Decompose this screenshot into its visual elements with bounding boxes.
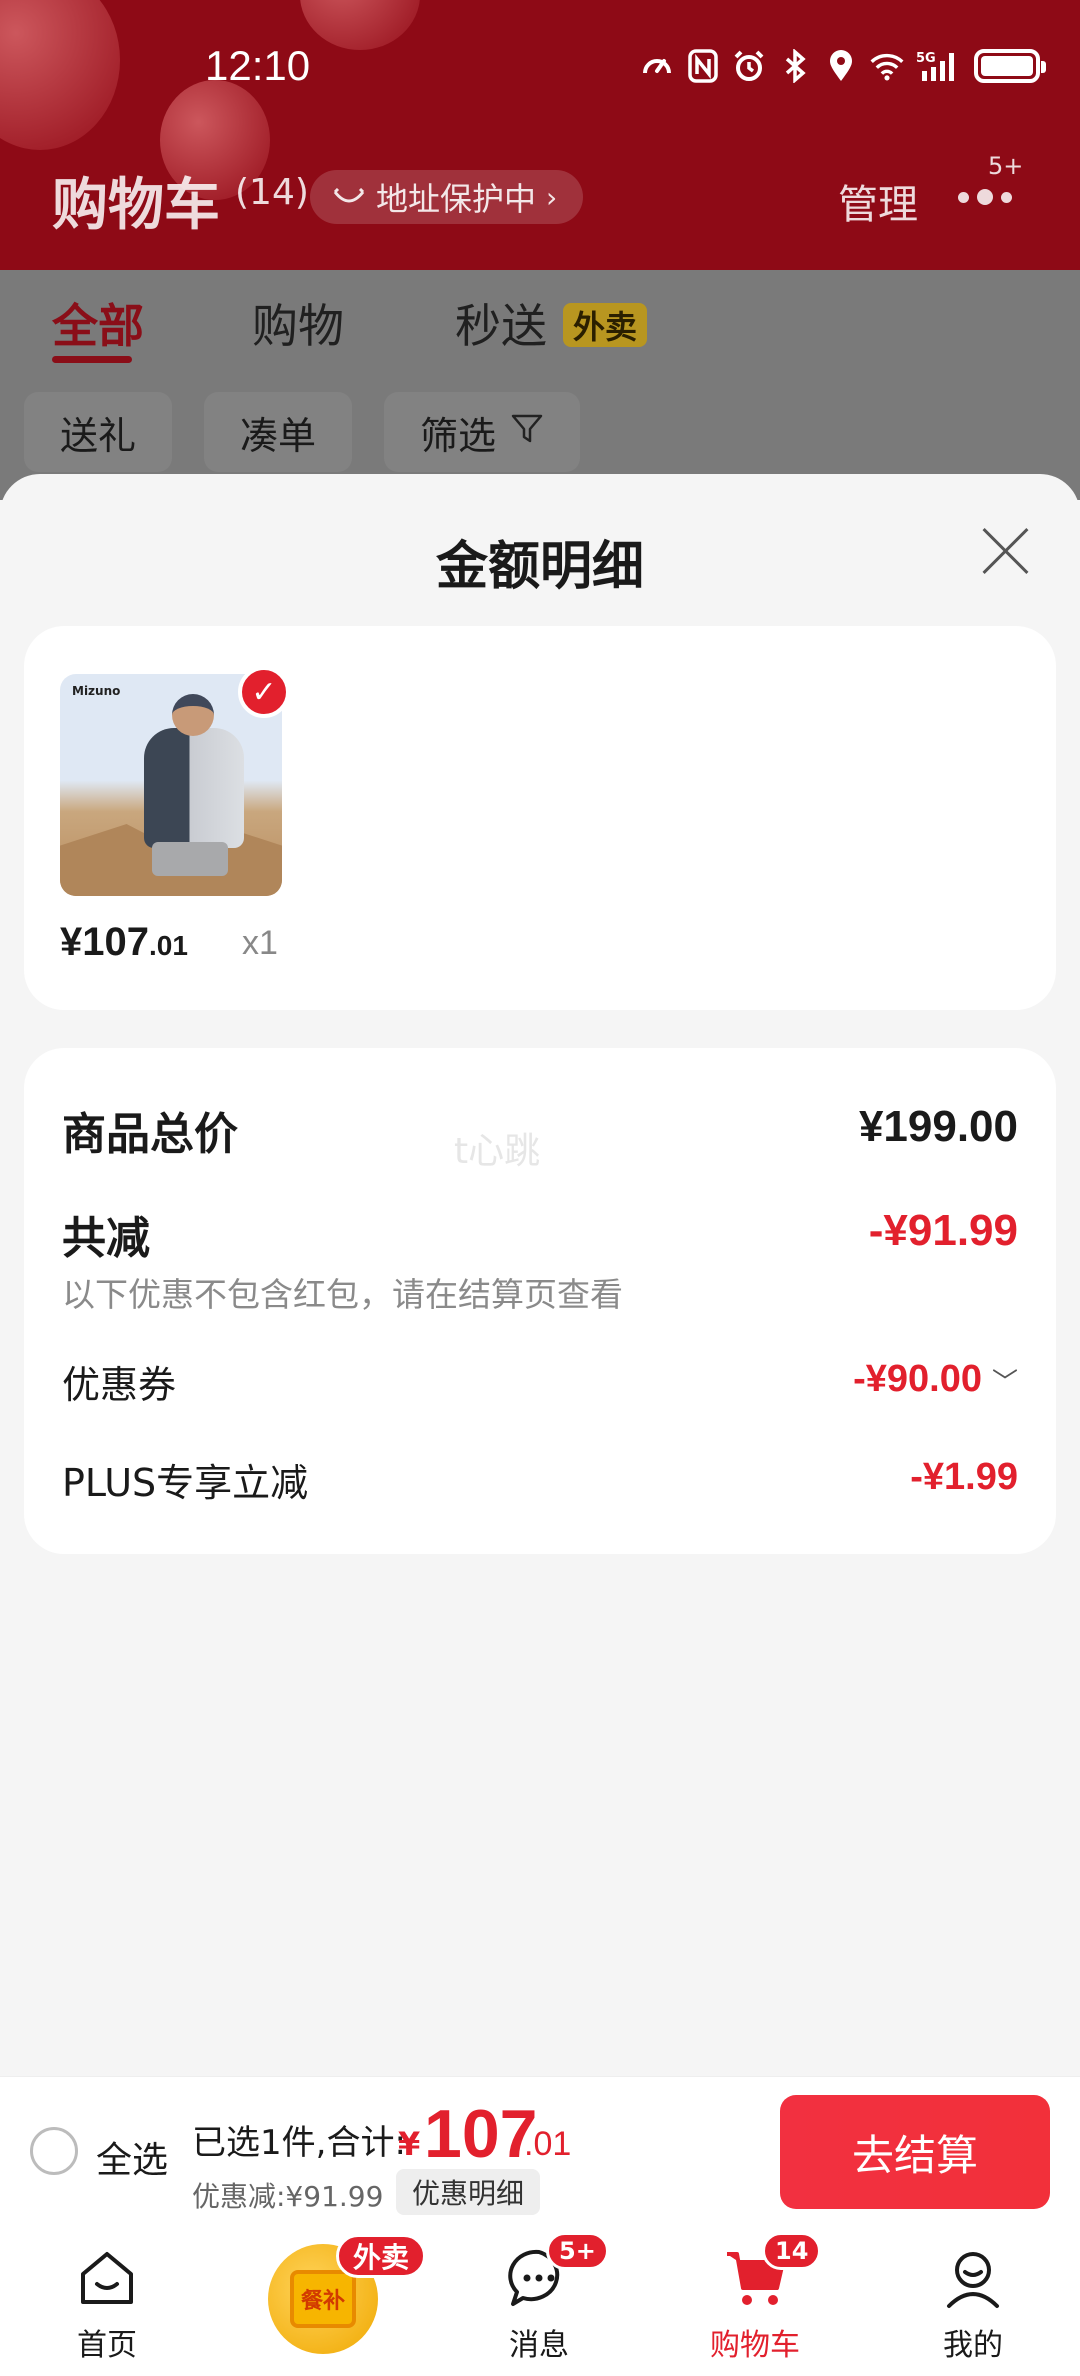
- network-label: 5G: [916, 51, 936, 66]
- watermark: t心跳: [454, 1131, 541, 1172]
- message-badge: 5+: [546, 2232, 609, 2270]
- total-amount-int: 107: [424, 2096, 538, 2172]
- takeout-tag: 外卖: [563, 303, 648, 347]
- tabbar-label: 消息: [509, 2328, 569, 2363]
- takeout-badge: 外卖: [336, 2234, 427, 2278]
- plus-discount-label: PLUS专享立减: [62, 1461, 309, 1505]
- total-price-value: ¥199.00: [858, 1102, 1018, 1151]
- tabbar-item-home[interactable]: 首页: [32, 2226, 182, 2376]
- status-bar: 12:10 5G: [0, 0, 1080, 140]
- checkout-button[interactable]: 去结算: [780, 2095, 1050, 2209]
- coupon-label: 优惠券: [62, 1363, 177, 1407]
- chip-label: 凑单: [240, 413, 317, 458]
- tab-active-indicator: [52, 356, 132, 363]
- checkout-bar: 全选 已选1件,合计: ¥ 107 .01 优惠减:¥91.99 优惠明细 去结…: [0, 2076, 1080, 2226]
- plus-discount-value: -¥1.99: [910, 1456, 1018, 1498]
- chip-filter[interactable]: 筛选: [384, 392, 581, 472]
- total-currency: ¥: [398, 2125, 421, 2163]
- total-amount-dec: .01: [524, 2125, 572, 2163]
- sheet-title: 金额明细: [435, 537, 644, 597]
- discount-detail-button[interactable]: 优惠明细: [396, 2169, 541, 2215]
- profile-icon: [941, 2246, 1005, 2310]
- coupon-value: -¥90.00: [853, 1358, 982, 1400]
- speed-icon: [640, 49, 674, 83]
- tabbar-item-profile[interactable]: 我的: [898, 2226, 1048, 2376]
- status-icons: 5G: [640, 44, 1046, 88]
- cart-tabs: 全部 购物 秒送: [0, 290, 1080, 370]
- tabbar-label: 购物车: [710, 2328, 800, 2363]
- tab-shopping[interactable]: 购物: [252, 290, 344, 356]
- more-dot-icon: [1001, 191, 1012, 203]
- chevron-right-icon: ›: [546, 180, 558, 214]
- smile-icon: [332, 178, 366, 216]
- chip-label: 筛选: [420, 413, 497, 458]
- chip-gift[interactable]: 送礼: [24, 392, 173, 472]
- product-brand-logo: Mizuno: [72, 684, 121, 698]
- nfc-icon: [686, 49, 720, 83]
- product-image-person: [172, 694, 214, 736]
- more-dot-icon: [958, 191, 969, 203]
- product-image-shorts: [152, 842, 228, 876]
- bottom-tabbar: 首页 消息 购物车 我的: [0, 2226, 1080, 2376]
- battery-icon: [974, 49, 1046, 83]
- tab-express[interactable]: 秒送: [455, 290, 547, 356]
- product-price: ¥107.01: [60, 920, 188, 965]
- select-all-label[interactable]: 全选: [96, 2131, 168, 2183]
- more-badge: 5+: [988, 152, 1024, 180]
- tabbar-label: 首页: [77, 2328, 137, 2363]
- alarm-icon: [732, 49, 766, 83]
- meal-subsidy-icon: 餐补: [290, 2270, 356, 2328]
- chip-label: 送礼: [60, 413, 137, 458]
- product-quantity: x1: [242, 924, 278, 962]
- amount-detail-sheet: 金额明细 Mizuno ✓ ¥107.01 x1 t心跳 商品总价 ¥199.0…: [0, 474, 1080, 2076]
- product-price-dec: .01: [148, 930, 188, 961]
- close-icon[interactable]: [980, 526, 1030, 576]
- select-all-radio[interactable]: [30, 2127, 78, 2175]
- reduce-value: -¥91.99: [868, 1206, 1018, 1255]
- total-price-label: 商品总价: [62, 1109, 238, 1160]
- more-options-button[interactable]: [958, 180, 1022, 214]
- cart-count: (14): [235, 172, 309, 213]
- chevron-down-icon: ﹀: [991, 1367, 1018, 1398]
- price-summary-card: t心跳 商品总价 ¥199.00 共减 -¥91.99 以下优惠不包含红包，请在…: [24, 1048, 1056, 1554]
- product-image-jacket: [144, 728, 244, 848]
- chip-bundle[interactable]: 凑单: [204, 392, 353, 472]
- tabbar-label: 我的: [943, 2328, 1003, 2363]
- product-card: Mizuno ✓ ¥107.01 x1: [24, 626, 1056, 1010]
- manage-button[interactable]: 管理: [838, 172, 918, 230]
- status-time: 12:10: [205, 42, 311, 89]
- selected-check-icon: ✓: [238, 666, 290, 718]
- signal-5g-icon: 5G: [916, 49, 962, 83]
- wifi-icon: [870, 49, 904, 83]
- address-protect-pill[interactable]: 地址保护中 ›: [310, 170, 584, 224]
- reduce-note: 以下优惠不包含红包，请在结算页查看: [62, 1275, 623, 1314]
- selected-summary: 已选1件,合计:: [192, 2123, 406, 2163]
- home-icon: [75, 2246, 139, 2310]
- location-icon: [824, 49, 858, 83]
- filter-icon: [510, 410, 544, 454]
- tab-all[interactable]: 全部: [52, 290, 144, 356]
- more-dot-icon: [977, 189, 993, 205]
- reduce-label: 共减: [62, 1213, 150, 1264]
- cart-title: 购物车: [52, 173, 220, 238]
- coupon-row-value[interactable]: -¥90.00 ﹀: [853, 1358, 1018, 1401]
- cart-badge: 14: [762, 2232, 822, 2270]
- bluetooth-icon: [778, 49, 812, 83]
- address-protect-label: 地址保护中: [376, 180, 537, 218]
- product-price-int: ¥107: [60, 920, 149, 964]
- discount-summary: 优惠减:¥91.99: [192, 2180, 384, 2213]
